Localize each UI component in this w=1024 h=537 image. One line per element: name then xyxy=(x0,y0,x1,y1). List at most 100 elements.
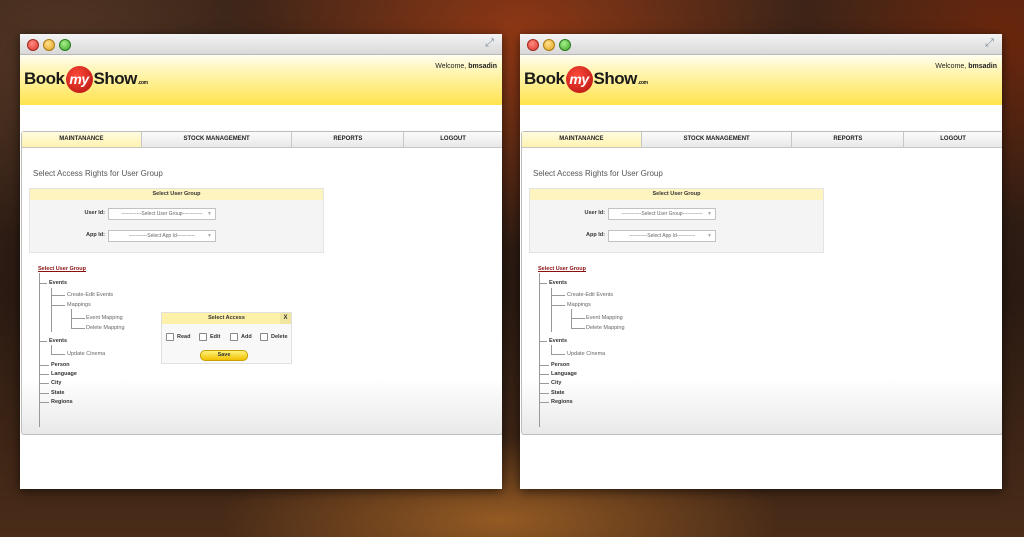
edit-checkbox[interactable]: Edit xyxy=(199,333,220,341)
tab-logout[interactable]: LOGOUT xyxy=(904,132,1002,147)
tree-node-language[interactable]: Language xyxy=(551,371,577,377)
edit-label: Edit xyxy=(210,334,221,340)
bookmyshow-logo[interactable]: Book my Show .com xyxy=(524,65,648,93)
tab-stock-management[interactable]: STOCK MANAGEMENT xyxy=(142,132,293,147)
tab-stock-management[interactable]: STOCK MANAGEMENT xyxy=(642,132,793,147)
tree-line xyxy=(51,354,65,355)
app-id-row: App Id: -----------Select App Id--------… xyxy=(30,230,323,242)
tree-node-events-2[interactable]: Events xyxy=(49,338,67,344)
tree-line xyxy=(39,383,49,384)
window-titlebar: ⤢ xyxy=(20,34,502,55)
tree-node-state[interactable]: State xyxy=(51,390,64,396)
tree-line xyxy=(539,393,549,394)
checkbox-box[interactable] xyxy=(230,333,238,341)
tree-node-regions[interactable]: Regions xyxy=(51,399,73,405)
checkbox-box[interactable] xyxy=(166,333,174,341)
app-id-select-value: -----------Select App Id----------- xyxy=(128,233,196,239)
tree-node-events[interactable]: Events xyxy=(549,280,567,286)
logo-show-text: Show xyxy=(593,69,638,88)
user-id-label: User Id: xyxy=(584,210,605,216)
tree-node-events-2[interactable]: Events xyxy=(549,338,567,344)
user-id-label: User Id: xyxy=(84,210,105,216)
app-id-row: App Id: -----------Select App Id--------… xyxy=(530,230,823,242)
tab-reports[interactable]: REPORTS xyxy=(292,132,405,147)
chevron-down-icon: ▼ xyxy=(207,233,212,239)
delete-label: Delete xyxy=(271,334,288,340)
right-browser-window: ⤢ Book my Show .com Welcome, bmsadin MAI… xyxy=(520,34,1002,489)
checkbox-box[interactable] xyxy=(199,333,207,341)
tree-line xyxy=(39,393,49,394)
tree-line xyxy=(51,295,65,296)
select-user-group-form: Select User Group User Id: ------------S… xyxy=(529,188,824,253)
tree-line xyxy=(571,328,585,329)
tab-maintanance[interactable]: MAINTANANCE xyxy=(522,132,642,147)
read-checkbox[interactable]: Read xyxy=(166,333,190,341)
app-id-select[interactable]: -----------Select App Id----------- ▼ xyxy=(608,230,716,242)
tree-node-mappings[interactable]: Mappings xyxy=(67,302,91,308)
tab-reports[interactable]: REPORTS xyxy=(792,132,905,147)
tree-node-update-cinema[interactable]: Update Cinema xyxy=(67,351,105,357)
expand-arrows-icon[interactable]: ⤢ xyxy=(983,37,996,50)
tree-node-events[interactable]: Events xyxy=(49,280,67,286)
minimize-window-button[interactable] xyxy=(43,39,55,51)
tree-line xyxy=(571,318,585,319)
user-group-select[interactable]: ------------Select User Group-----------… xyxy=(608,208,716,220)
tree-node-city[interactable]: City xyxy=(551,380,561,386)
chevron-down-icon: ▼ xyxy=(207,211,212,217)
logo-com-text: .com xyxy=(137,80,148,86)
expand-arrows-icon[interactable]: ⤢ xyxy=(483,37,496,50)
tree-root-link[interactable]: Select User Group xyxy=(538,266,586,272)
tab-maintanance[interactable]: MAINTANANCE xyxy=(22,132,142,147)
left-browser-window: ⤢ Book my Show .com Welcome, bmsadin MAI… xyxy=(20,34,502,489)
tree-line xyxy=(551,305,565,306)
welcome-message: Welcome, bmsadin xyxy=(935,63,997,70)
app-id-label: App Id: xyxy=(586,232,605,238)
tree-root-link[interactable]: Select User Group xyxy=(38,266,86,272)
add-checkbox[interactable]: Add xyxy=(230,333,252,341)
delete-checkbox[interactable]: Delete xyxy=(260,333,288,341)
tree-node-create-edit-events[interactable]: Create-Edit Events xyxy=(67,292,113,298)
close-window-button[interactable] xyxy=(527,39,539,51)
popup-close-button[interactable]: X xyxy=(280,313,291,324)
form-header: Select User Group xyxy=(30,189,323,200)
user-group-select[interactable]: ------------Select User Group-----------… xyxy=(108,208,216,220)
bookmyshow-logo[interactable]: Book my Show .com xyxy=(24,65,148,93)
minimize-window-button[interactable] xyxy=(543,39,555,51)
tree-node-state[interactable]: State xyxy=(551,390,564,396)
tree-node-mappings[interactable]: Mappings xyxy=(567,302,591,308)
main-panel: MAINTANANCE STOCK MANAGEMENT REPORTS LOG… xyxy=(21,131,502,435)
tab-logout[interactable]: LOGOUT xyxy=(404,132,502,147)
tree-node-create-edit-events[interactable]: Create-Edit Events xyxy=(567,292,613,298)
tree-node-delete-mapping[interactable]: Delete Mapping xyxy=(86,325,125,331)
tree-node-event-mapping[interactable]: Event Mapping xyxy=(86,315,123,321)
select-access-popup: Select Access X Read Edit Add Delete Sav… xyxy=(161,312,292,364)
nav-tabs: MAINTANANCE STOCK MANAGEMENT REPORTS LOG… xyxy=(522,132,1002,148)
checkbox-box[interactable] xyxy=(260,333,268,341)
tree-node-delete-mapping[interactable]: Delete Mapping xyxy=(586,325,625,331)
tree-line xyxy=(539,273,540,427)
tree-line xyxy=(71,328,85,329)
tree-line xyxy=(39,365,49,366)
tree-line xyxy=(571,309,572,329)
page-title: Select Access Rights for User Group xyxy=(533,169,663,178)
close-window-button[interactable] xyxy=(27,39,39,51)
app-id-select[interactable]: -----------Select App Id----------- ▼ xyxy=(108,230,216,242)
zoom-window-button[interactable] xyxy=(59,39,71,51)
popup-header: Select Access X xyxy=(162,313,291,324)
tree-line xyxy=(39,374,49,375)
tree-node-city[interactable]: City xyxy=(51,380,61,386)
read-label: Read xyxy=(177,334,191,340)
tree-node-person[interactable]: Person xyxy=(551,362,570,368)
logo-com-text: .com xyxy=(637,80,648,86)
tree-node-language[interactable]: Language xyxy=(51,371,77,377)
tree-node-event-mapping[interactable]: Event Mapping xyxy=(586,315,623,321)
save-button[interactable]: Save xyxy=(200,350,248,361)
user-group-select-value: ------------Select User Group-----------… xyxy=(621,211,703,217)
logo-book-text: Book xyxy=(524,69,565,88)
tree-node-person[interactable]: Person xyxy=(51,362,70,368)
tree-line xyxy=(39,273,40,427)
zoom-window-button[interactable] xyxy=(559,39,571,51)
tree-node-regions[interactable]: Regions xyxy=(551,399,573,405)
site-header: Book my Show .com Welcome, bmsadin xyxy=(20,55,502,105)
tree-node-update-cinema[interactable]: Update Cinema xyxy=(567,351,605,357)
